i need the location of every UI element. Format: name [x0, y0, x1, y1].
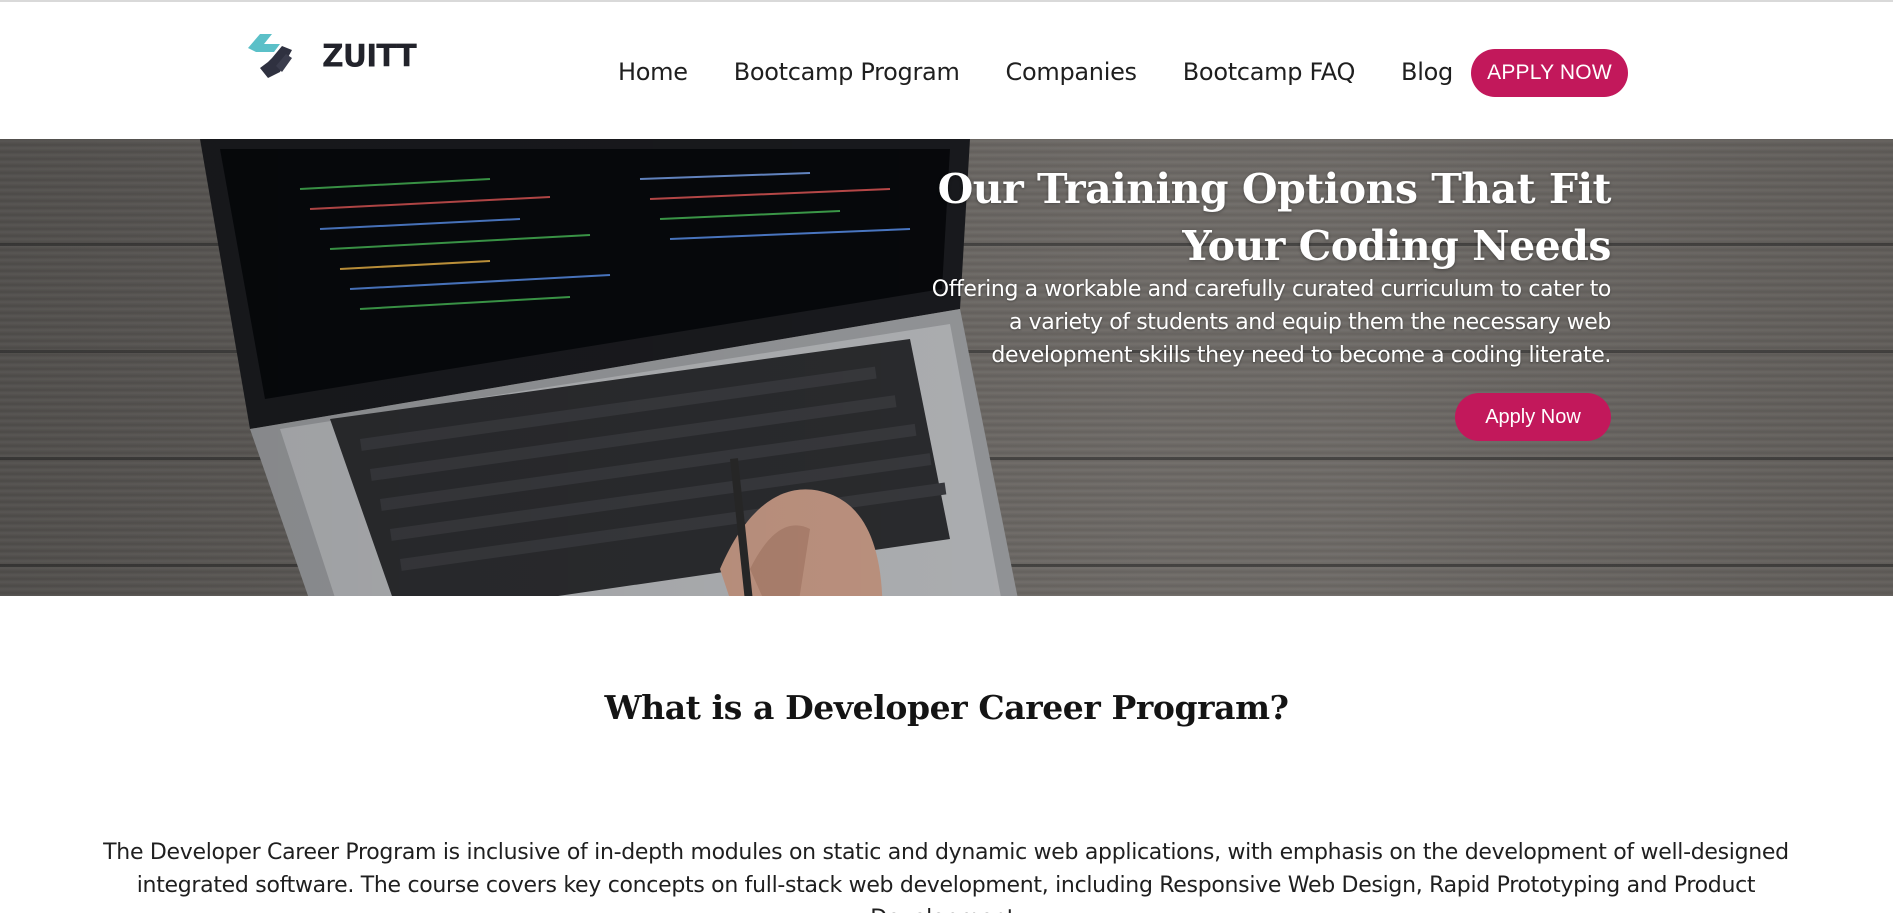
section-description: The Developer Career Program is inclusiv…: [103, 840, 1789, 913]
zuitt-logo-icon: [248, 34, 292, 78]
nav-blog[interactable]: Blog: [1401, 58, 1453, 86]
hero-title-line-2: Your Coding Needs: [1182, 222, 1611, 270]
zuitt-logo[interactable]: ZUITT: [246, 28, 417, 84]
nav-home[interactable]: Home: [618, 58, 688, 86]
hero-title: Our Training Options That Fit Your Codin…: [851, 161, 1612, 275]
hero-title-line-1: Our Training Options That Fit: [937, 165, 1612, 213]
nav-companies[interactable]: Companies: [1006, 58, 1138, 86]
hero-subtitle: Offering a workable and carefully curate…: [931, 277, 1612, 368]
apply-now-header-button[interactable]: APPLY NOW: [1471, 49, 1628, 97]
section-heading: What is a Developer Career Program?: [604, 688, 1289, 727]
hero-banner: Our Training Options That Fit Your Codin…: [0, 139, 1893, 596]
logo-wordmark: ZUITT: [322, 37, 417, 75]
site-header: ZUITT Home Bootcamp Program Companies Bo…: [0, 2, 1893, 139]
main-nav: Home Bootcamp Program Companies Bootcamp…: [618, 48, 1499, 96]
apply-now-hero-button[interactable]: Apply Now: [1455, 393, 1611, 441]
nav-bootcamp-program[interactable]: Bootcamp Program: [734, 58, 960, 86]
nav-bootcamp-faq[interactable]: Bootcamp FAQ: [1183, 58, 1356, 86]
